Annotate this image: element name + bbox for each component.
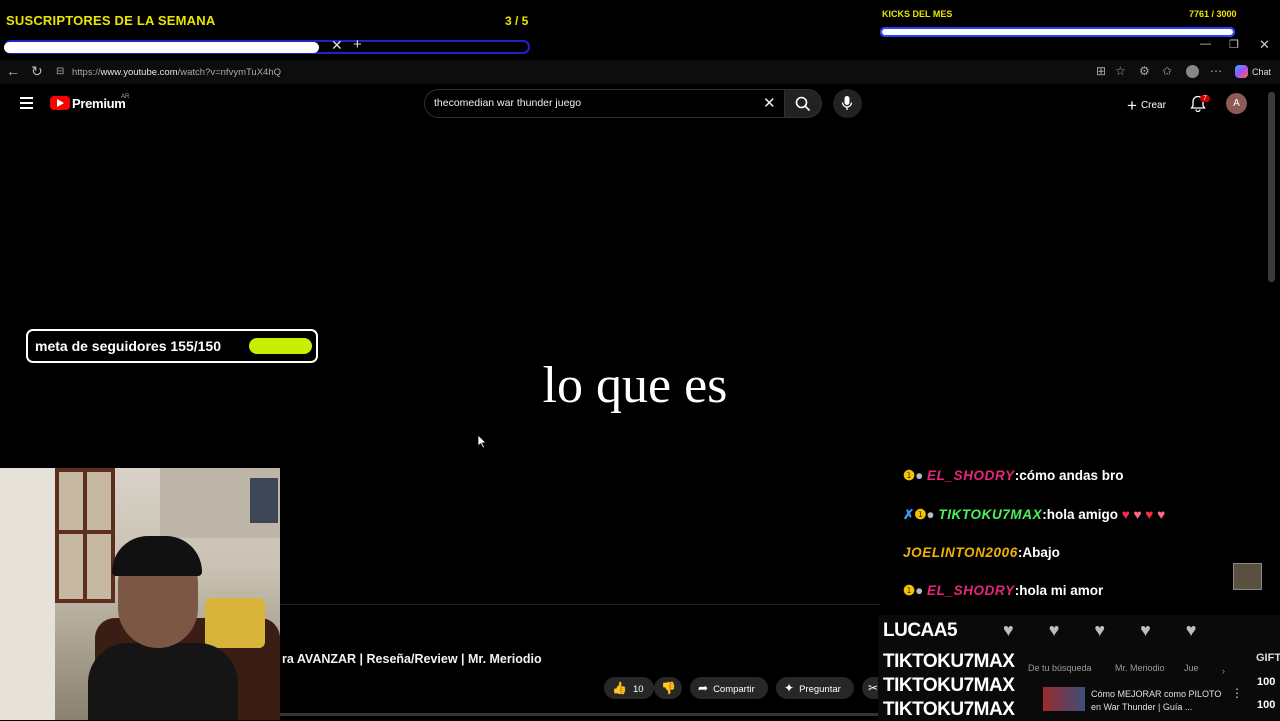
search-icon	[795, 96, 811, 112]
hearts-row: ♥♥♥♥♥	[1003, 620, 1231, 641]
share-button[interactable]: ➦ Compartir	[690, 677, 768, 699]
profile-icon[interactable]	[1186, 65, 1199, 78]
chip-channel[interactable]: Mr. Meriodio	[1115, 663, 1165, 673]
weekly-subscribers-title: SUSCRIPTORES DE LA SEMANA	[6, 13, 216, 28]
follower-goal-label: meta de seguidores 155/150	[35, 338, 221, 354]
thumbs-down-icon: 👎	[661, 681, 676, 695]
reader-mode-icon[interactable]: ⊞	[1096, 64, 1106, 78]
chip-games[interactable]: Jue	[1184, 663, 1199, 673]
monthly-kicks-title: KICKS DEL MES	[882, 9, 953, 19]
gift-value: 100	[1257, 676, 1276, 688]
recommended-video-thumbnail[interactable]	[1043, 687, 1085, 711]
divider	[280, 604, 880, 605]
chat-button[interactable]: Chat	[1252, 67, 1271, 77]
webcam-poster	[250, 478, 278, 523]
heart-icon: ♥	[1094, 620, 1141, 640]
youtube-premium-logo[interactable]: Premium	[72, 96, 126, 111]
browser-tab[interactable]	[4, 42, 319, 53]
plus-icon: +	[1127, 96, 1137, 115]
copilot-icon[interactable]	[1235, 65, 1248, 78]
leaderboard-entry: TIKTOKU7MAX	[883, 651, 1015, 672]
bomb-icon: ●	[926, 507, 935, 522]
scissors-icon: ✂	[868, 681, 879, 695]
search-button[interactable]	[784, 89, 822, 118]
chat-message: ❶● EL_SHODRY:cómo andas bro	[903, 468, 1124, 483]
kicks-progress-fill	[880, 27, 1235, 37]
tab-close-icon[interactable]: ✕	[331, 37, 343, 54]
menu-icon[interactable]	[20, 97, 33, 112]
url-field[interactable]: https://www.youtube.com/watch?v=nfvymTuX…	[72, 67, 281, 78]
heart-icon: ♥	[1140, 620, 1186, 640]
create-label: Crear	[1140, 100, 1166, 111]
leaderboard-entry: TIKTOKU7MAX	[883, 699, 1015, 720]
bomb-icon: ●	[915, 583, 924, 598]
sword-icon: ✗	[903, 507, 915, 522]
heart-emote-icon: ♥	[1121, 507, 1130, 522]
refresh-icon[interactable]: ↻	[31, 63, 43, 80]
monthly-kicks-count: 7761 / 3000	[1189, 9, 1237, 19]
share-icon: ➦	[698, 681, 709, 695]
clear-search-icon[interactable]: ✕	[763, 94, 776, 112]
extensions-icon[interactable]: ⚙	[1139, 64, 1150, 78]
like-button[interactable]: 👍 10	[604, 677, 654, 699]
video-progress-bar[interactable]	[280, 713, 880, 716]
heart-emote-icon: ♥	[1145, 507, 1154, 522]
youtube-logo-icon[interactable]	[50, 96, 70, 110]
video-title: ra AVANZAR | Reseña/Review | Mr. Meriodi…	[282, 652, 542, 666]
streamer-body	[88, 643, 238, 720]
thumbs-up-icon: 👍	[612, 681, 627, 695]
leaderboard-entry: TIKTOKU7MAX	[883, 675, 1015, 696]
favorites-icon[interactable]: ✩	[1162, 64, 1172, 78]
weekly-subscribers-count: 3 / 5	[505, 14, 529, 28]
video-subtitle: lo que es	[542, 357, 728, 414]
chat-message: JOELINTON2006:Abajo	[903, 545, 1060, 560]
hands-emote-icon: ♥	[1133, 507, 1142, 522]
new-tab-button[interactable]: +	[353, 36, 362, 53]
back-icon[interactable]: ←	[6, 63, 20, 79]
badge-icon: ❶	[903, 583, 916, 598]
voice-search-button[interactable]	[833, 89, 862, 118]
hands-emote-icon: ♥	[1157, 507, 1166, 522]
more-menu-icon[interactable]: ⋯	[1210, 64, 1222, 78]
chat-message: ✗❶● TIKTOKU7MAX:hola amigo ♥ ♥ ♥ ♥	[903, 507, 1166, 522]
more-options-icon[interactable]: ⋮	[1231, 686, 1243, 700]
monthly-kicks-progress-bar	[880, 27, 1235, 37]
heart-icon: ♥	[1003, 620, 1049, 640]
favorite-star-icon[interactable]: ☆	[1115, 64, 1126, 78]
notification-count-badge: 7	[1200, 95, 1210, 102]
webcam-yellow-object	[205, 598, 265, 648]
sparkle-icon: ✦	[784, 681, 795, 695]
badge-icon: ❶	[914, 507, 927, 522]
ask-button[interactable]: ✦ Preguntar	[776, 677, 854, 699]
streamer-cap	[112, 536, 202, 576]
gift-value: 100	[1257, 699, 1276, 711]
recommended-video-title[interactable]: Cómo MEJORAR como PILOTO en War Thunder |…	[1091, 688, 1221, 714]
webcam-wall	[0, 468, 55, 720]
page-scrollbar[interactable]	[1268, 92, 1275, 282]
bomb-icon: ●	[915, 468, 924, 483]
restore-icon[interactable]: ❐	[1229, 38, 1239, 51]
chips-next-icon[interactable]: ›	[1222, 666, 1225, 676]
chip-from-search[interactable]: De tu búsqueda	[1028, 663, 1092, 673]
country-code: AR	[121, 94, 130, 100]
minimize-icon[interactable]: —	[1200, 38, 1211, 50]
site-info-icon[interactable]: ⊟	[56, 66, 64, 77]
webcam-window-bar	[83, 468, 87, 603]
dislike-button[interactable]: 👎	[654, 677, 682, 699]
leaderboard-entry: LUCAA5	[883, 620, 958, 641]
follower-goal-progress-bar	[249, 338, 312, 354]
close-window-icon[interactable]: ✕	[1259, 37, 1270, 53]
mouse-cursor-icon	[477, 434, 487, 449]
heart-icon: ♥	[1048, 620, 1095, 640]
create-button[interactable]: + Crear	[1127, 96, 1166, 116]
chat-message: ❶● EL_SHODRY:hola mi amor	[903, 583, 1104, 598]
badge-icon: ❶	[903, 468, 916, 483]
side-thumbnail[interactable]	[1233, 563, 1262, 590]
heart-icon: ♥	[1185, 620, 1232, 640]
search-query[interactable]: thecomedian war thunder juego	[434, 97, 581, 109]
account-avatar[interactable]: A	[1226, 93, 1247, 114]
microphone-icon	[841, 96, 853, 110]
gift-label: GIFT	[1256, 652, 1280, 664]
webcam-feed	[0, 468, 280, 720]
